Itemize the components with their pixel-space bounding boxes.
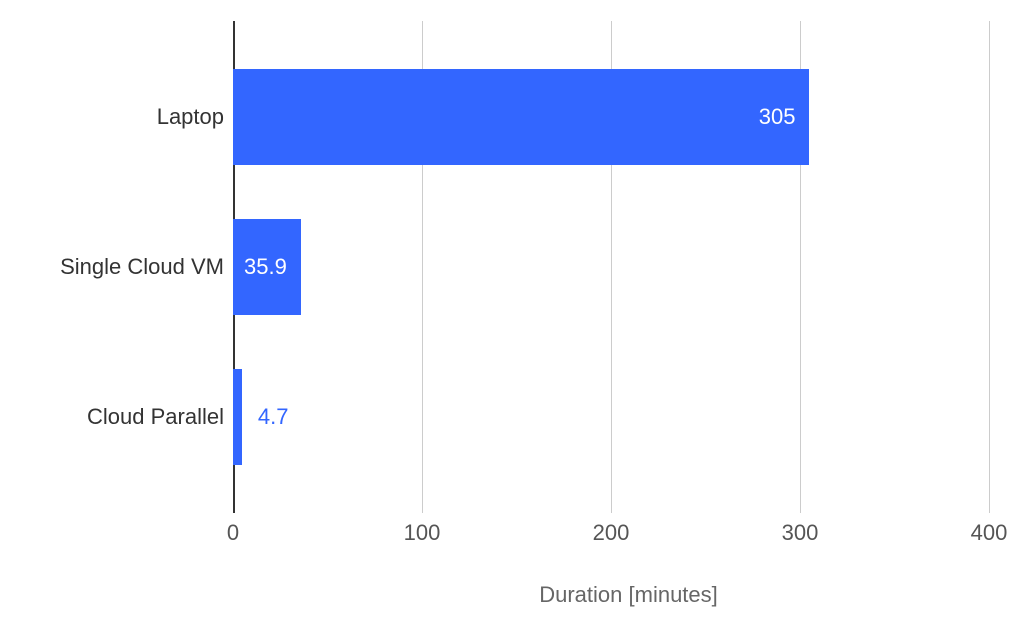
category-label: Single Cloud VM <box>4 254 224 280</box>
x-tick-label: 0 <box>227 520 239 546</box>
category-label: Cloud Parallel <box>4 404 224 430</box>
bar-value: 4.7 <box>258 404 289 430</box>
x-tick-label: 200 <box>593 520 630 546</box>
gridline <box>989 21 990 513</box>
x-tick-label: 300 <box>782 520 819 546</box>
x-tick-label: 100 <box>404 520 441 546</box>
bar-value: 35.9 <box>244 254 287 280</box>
bar-single-cloud-vm: 35.9 <box>233 219 301 315</box>
bar-value: 305 <box>759 104 796 130</box>
bar-laptop: 305 <box>233 69 809 165</box>
x-axis-label: Duration [minutes] <box>0 582 1024 608</box>
bar-chart: 305 35.9 4.7 Laptop Single Cloud VM Clou… <box>0 0 1024 637</box>
category-label: Laptop <box>4 104 224 130</box>
bar-cloud-parallel: 4.7 <box>233 369 242 465</box>
x-tick-label: 400 <box>971 520 1008 546</box>
plot-area: 305 35.9 4.7 <box>233 21 989 513</box>
